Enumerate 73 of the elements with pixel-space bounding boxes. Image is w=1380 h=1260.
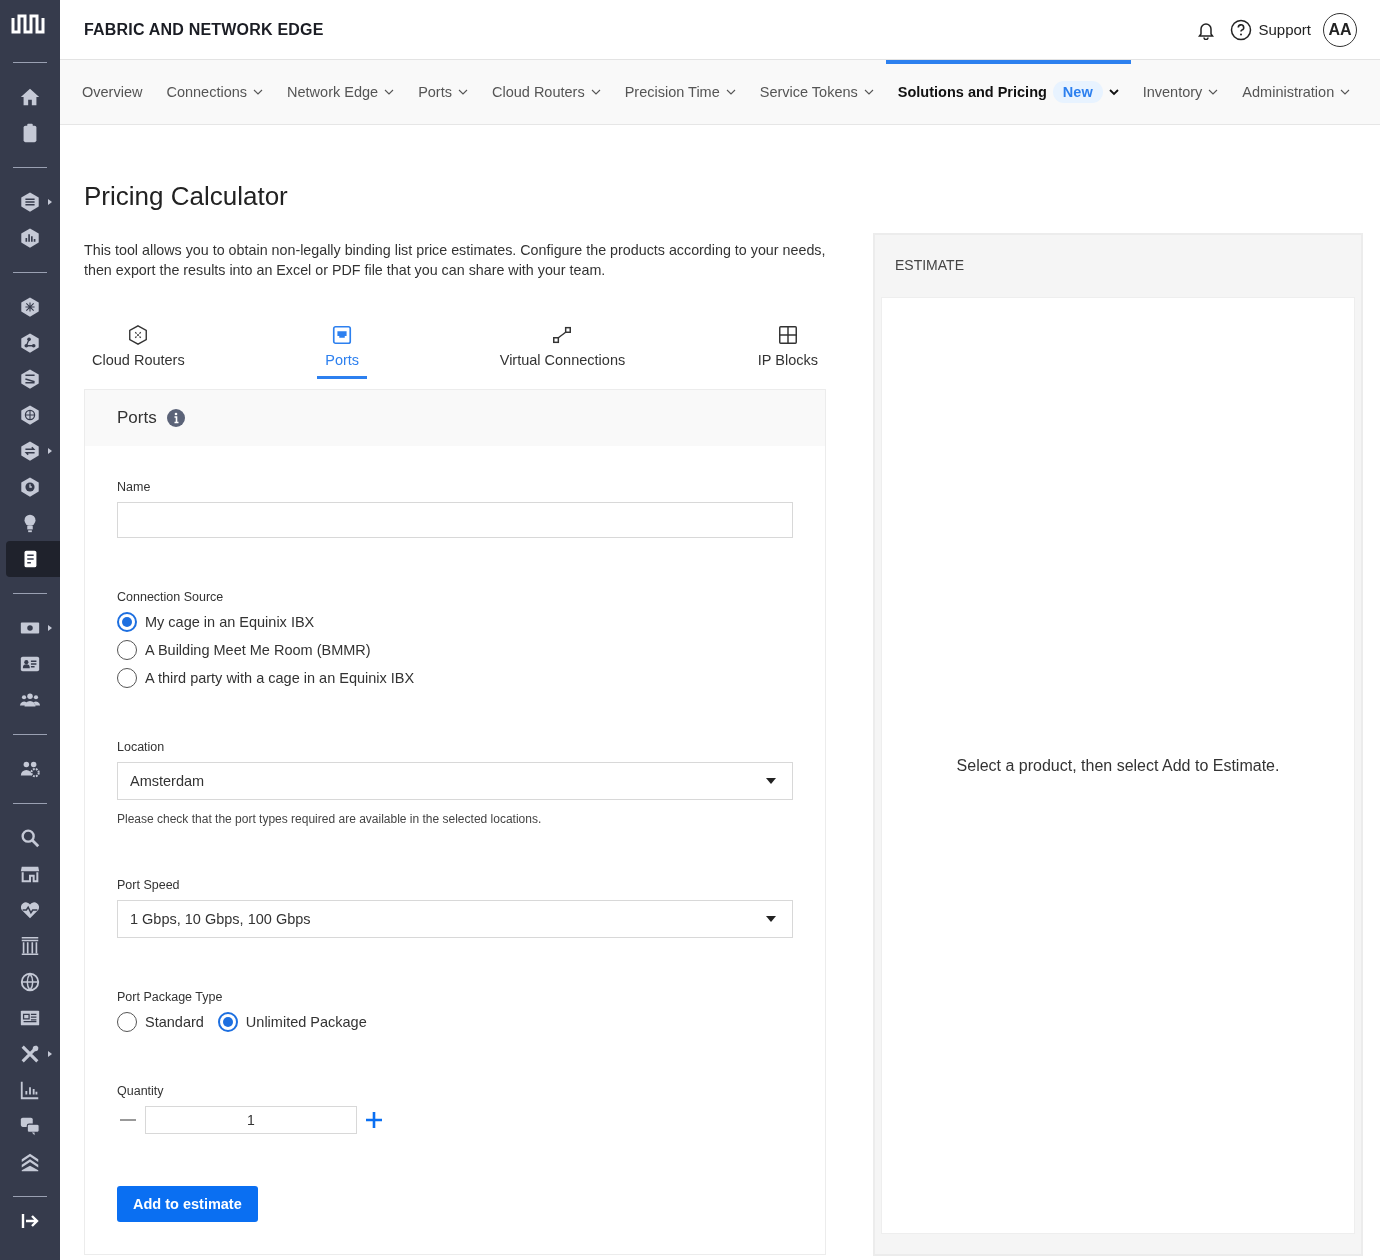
product-tab[interactable]: Ports	[317, 324, 368, 379]
radio-label: A third party with a cage in an Equinix IBX	[145, 670, 415, 686]
radio-option[interactable]: A Building Meet Me Room (BMMR)	[117, 640, 793, 660]
estimate-title: ESTIMATE	[894, 256, 965, 275]
nav-item[interactable]: Ports	[406, 60, 480, 124]
globe-hexagon-icon	[19, 404, 41, 426]
heartbeat-icon	[19, 899, 41, 921]
product-tab[interactable]: IP Blocks	[757, 324, 818, 379]
columns-icon	[19, 935, 41, 957]
caret-down-icon	[766, 778, 776, 784]
add-to-estimate-button[interactable]: Add to estimate	[117, 1186, 258, 1222]
radio-option[interactable]: A third party with a cage in an Equinix IBX	[117, 668, 793, 688]
nav-item[interactable]: Precision Time	[612, 60, 748, 124]
hexagon-arrows-icon	[127, 324, 150, 346]
chat-icon	[19, 1115, 41, 1137]
dropdown[interactable]: 1 Gbps, 10 Gbps, 100 Gbps	[117, 900, 793, 938]
card-title: Ports	[117, 408, 157, 428]
grid-icon	[776, 324, 799, 346]
nav-item[interactable]: Connections	[154, 60, 276, 124]
network-hexagon-icon	[19, 296, 41, 318]
radio-option[interactable]: My cage in an Equinix IBX	[117, 612, 793, 632]
search-icon	[19, 827, 41, 849]
share-hexagon-icon	[19, 332, 41, 354]
plus-icon	[365, 1111, 383, 1129]
chevrons-up-icon	[19, 1151, 41, 1173]
field-label: Connection Source	[117, 590, 224, 604]
radio-label: My cage in an Equinix IBX	[145, 614, 315, 630]
layers-hexagon-icon	[19, 191, 41, 213]
product-tab[interactable]: Cloud Routers	[92, 324, 185, 379]
nav-item[interactable]: Solutions and Pricing New	[885, 60, 1131, 124]
info-icon[interactable]	[166, 409, 185, 427]
nav-item[interactable]: Administration	[1230, 60, 1363, 124]
bar-chart-hexagon-icon	[19, 227, 41, 249]
radio-label: Unlimited Package	[245, 1014, 367, 1030]
radio-label: Standard	[145, 1014, 204, 1030]
help-icon	[1230, 18, 1253, 41]
page-title: Pricing Calculator	[84, 181, 289, 212]
connection-icon	[551, 324, 574, 346]
nav-item[interactable]: Cloud Routers	[479, 60, 613, 124]
app-title: FABRIC AND NETWORK EDGE	[84, 20, 325, 39]
support-link[interactable]: Support	[1230, 18, 1311, 41]
help-text: Please check that the port types required are available in the selected locations.	[117, 812, 542, 826]
port-icon	[331, 324, 354, 346]
dropdown[interactable]: Amsterdam	[117, 762, 793, 800]
field-label: Port Package Type	[117, 990, 223, 1004]
nav-item[interactable]: Overview	[70, 60, 155, 124]
caret-down-icon	[766, 916, 776, 922]
stack-hexagon-icon	[19, 368, 41, 390]
sidebar-item[interactable]	[6, 541, 60, 577]
increment-button[interactable]	[363, 1109, 385, 1131]
radio-option[interactable]: Unlimited Package	[217, 1012, 367, 1032]
radio-label: A Building Meet Me Room (BMMR)	[145, 642, 371, 658]
bar-chart-icon	[19, 1079, 41, 1101]
nav-item[interactable]: Service Tokens	[747, 60, 886, 124]
logout-icon[interactable]	[21, 1213, 39, 1229]
new-badge: New	[1052, 81, 1103, 103]
field-label: Quantity	[117, 1084, 164, 1098]
field-label: Port Speed	[117, 878, 180, 892]
field-label: Location	[117, 740, 165, 754]
nav-item[interactable]: Network Edge	[275, 60, 407, 124]
quantity-input[interactable]: 1	[145, 1106, 357, 1134]
clock-hexagon-icon	[19, 476, 41, 498]
minus-icon	[120, 1119, 136, 1121]
radio-option[interactable]: Standard	[117, 1012, 204, 1032]
globe-icon	[19, 971, 41, 993]
home-icon	[19, 86, 41, 108]
product-tab[interactable]: Virtual Connections	[499, 324, 626, 379]
nav-item[interactable]: Inventory	[1130, 60, 1231, 124]
name-input[interactable]	[117, 502, 793, 538]
empty-message: Select a product, then select Add to Estimate.	[956, 756, 1280, 775]
page-description: This tool allows you to obtain non-legally binding list price estimates. Configure the products according to your needs, then export the results into an Excel or PDF file that you can share with your team.	[84, 241, 826, 280]
field-label: Name	[117, 480, 151, 494]
arrows-hexagon-icon	[19, 440, 41, 462]
